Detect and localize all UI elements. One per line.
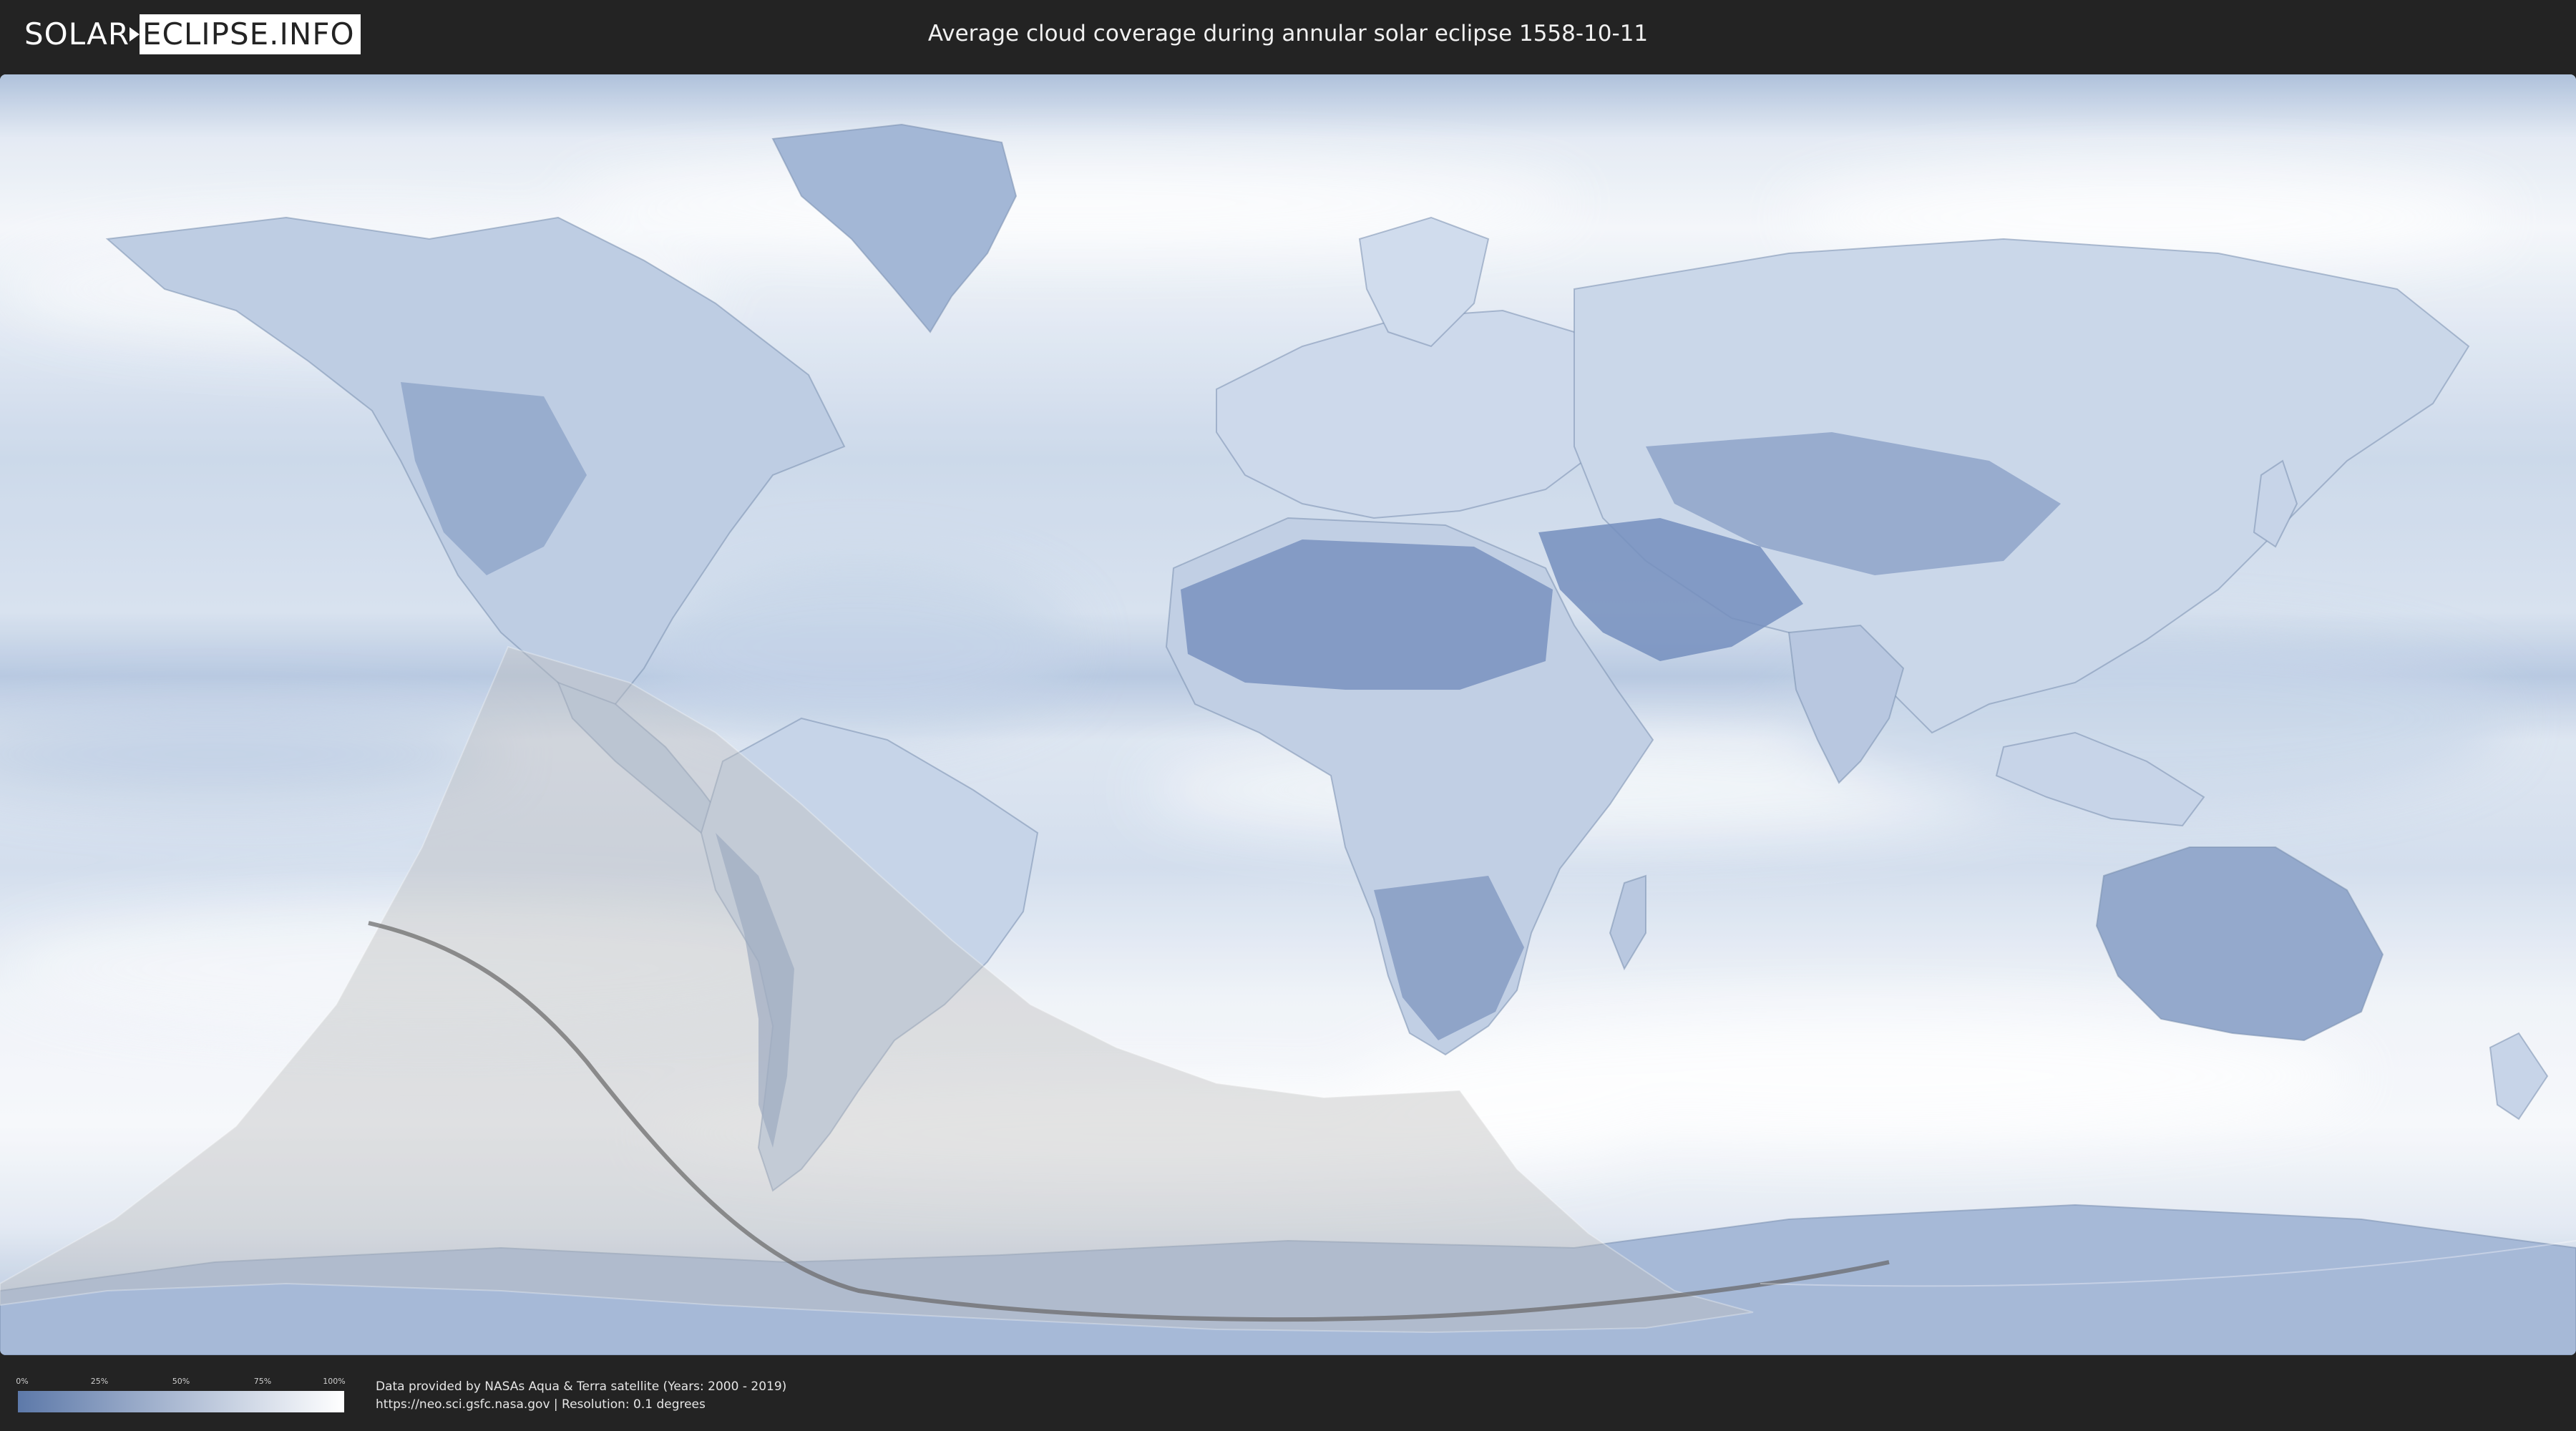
legend-tick-0: 0% — [16, 1377, 29, 1386]
cloud-coverage-map[interactable] — [0, 74, 2576, 1355]
credit-line-url: https://neo.sci.gsfc.nasa.gov | Resoluti… — [376, 1397, 706, 1412]
cloud-coverage-legend: 0% 25% 50% 75% 100% — [16, 1377, 346, 1414]
header-bar: SOLAR ECLIPSE.INFO Average cloud coverag… — [0, 0, 2576, 72]
page-title: Average cloud coverage during annular so… — [927, 21, 1649, 47]
cloud-haze-overlay — [0, 74, 2576, 1355]
page: SOLAR ECLIPSE.INFO Average cloud coverag… — [0, 0, 2576, 1431]
world-map-svg — [0, 74, 2576, 1355]
legend-tick-25: 25% — [90, 1377, 109, 1386]
data-credit: Data provided by NASAs Aqua & Terra sate… — [376, 1378, 786, 1414]
legend-tick-50: 50% — [172, 1377, 190, 1386]
credit-line-source: Data provided by NASAs Aqua & Terra sate… — [376, 1379, 787, 1394]
legend-tick-75: 75% — [253, 1377, 272, 1386]
legend-ticks: 0% 25% 50% 75% 100% — [16, 1377, 346, 1387]
legend-gradient-bar — [18, 1391, 344, 1412]
legend-tick-100: 100% — [323, 1377, 346, 1386]
